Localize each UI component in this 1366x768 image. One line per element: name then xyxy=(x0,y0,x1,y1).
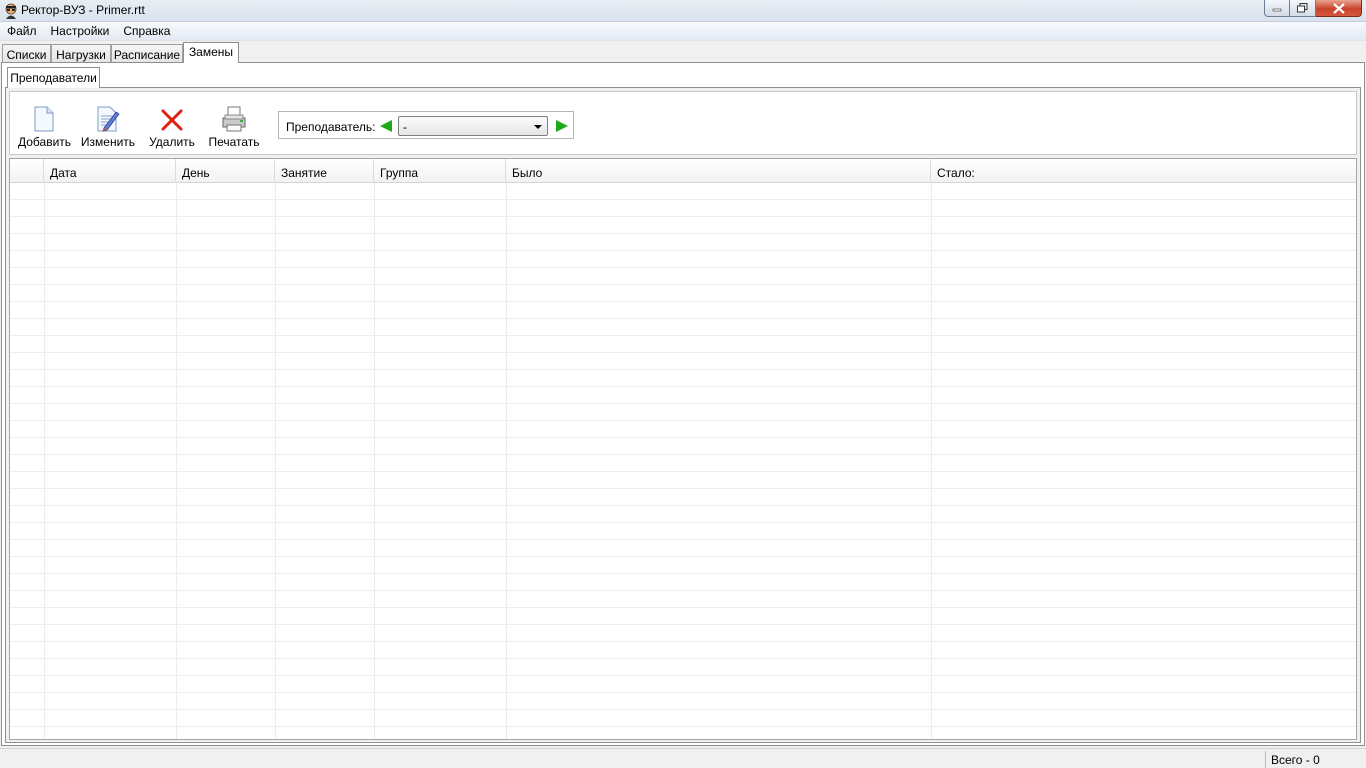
teacher-filter-label: Преподаватель: xyxy=(286,120,376,134)
empty-row xyxy=(10,710,1356,727)
empty-row xyxy=(10,455,1356,472)
empty-row xyxy=(10,251,1356,268)
empty-row xyxy=(10,438,1356,455)
print-label: Печатать xyxy=(208,135,260,149)
menu-bar: Файл Настройки Справка xyxy=(0,22,1366,41)
column-lesson[interactable]: Занятие xyxy=(275,159,374,183)
minimize-button[interactable] xyxy=(1264,0,1290,17)
empty-row xyxy=(10,217,1356,234)
add-button[interactable]: Добавить xyxy=(18,102,72,152)
table-body xyxy=(10,183,1356,739)
edit-document-icon xyxy=(97,106,120,132)
new-document-icon xyxy=(34,106,54,132)
edit-button[interactable]: Изменить xyxy=(80,102,136,152)
status-bar: Всего - 0 xyxy=(0,748,1366,768)
app-icon xyxy=(5,3,17,19)
column-divider xyxy=(176,183,177,739)
delete-label: Удалить xyxy=(149,135,195,149)
empty-row xyxy=(10,574,1356,591)
next-teacher-arrow-icon[interactable] xyxy=(556,120,568,132)
menu-settings[interactable]: Настройки xyxy=(44,22,117,41)
column-divider xyxy=(931,183,932,739)
column-group[interactable]: Группа xyxy=(374,159,506,183)
teachers-page: Добавить Изменить Удалить Печатать Препо… xyxy=(5,87,1361,743)
empty-row xyxy=(10,557,1356,574)
empty-row xyxy=(10,642,1356,659)
subtab-teachers[interactable]: Преподаватели xyxy=(7,67,100,88)
column-divider xyxy=(506,183,507,739)
empty-row xyxy=(10,336,1356,353)
substitutions-table: Дата День Занятие Группа Было Стало: xyxy=(9,158,1357,740)
delete-icon xyxy=(161,109,183,131)
printer-icon xyxy=(222,106,246,132)
edit-label: Изменить xyxy=(80,135,136,149)
tab-loads[interactable]: Нагрузки xyxy=(51,44,111,63)
menu-help[interactable]: Справка xyxy=(116,22,177,41)
teacher-select-value: - xyxy=(403,120,407,134)
window-controls xyxy=(1264,0,1362,18)
empty-row xyxy=(10,234,1356,251)
print-button[interactable]: Печатать xyxy=(206,102,262,152)
empty-row xyxy=(10,387,1356,404)
table-header: Дата День Занятие Группа Было Стало: xyxy=(10,159,1356,183)
delete-button[interactable]: Удалить xyxy=(146,102,198,152)
empty-row xyxy=(10,659,1356,676)
empty-row xyxy=(10,608,1356,625)
column-divider xyxy=(374,183,375,739)
empty-row xyxy=(10,693,1356,710)
teacher-filter: Преподаватель: - xyxy=(278,111,574,139)
empty-row xyxy=(10,353,1356,370)
empty-row xyxy=(10,302,1356,319)
substitutions-page: Преподаватели Добавить Изменить Удалить … xyxy=(1,62,1365,746)
empty-row xyxy=(10,319,1356,336)
add-label: Добавить xyxy=(18,135,72,149)
empty-row xyxy=(10,540,1356,557)
restore-button[interactable] xyxy=(1290,0,1316,17)
menu-file[interactable]: Файл xyxy=(0,22,44,41)
column-day[interactable]: День xyxy=(176,159,275,183)
empty-row xyxy=(10,506,1356,523)
tab-lists[interactable]: Списки xyxy=(2,44,51,63)
empty-row xyxy=(10,625,1356,642)
empty-row xyxy=(10,404,1356,421)
window-title: Ректор-ВУЗ - Primer.rtt xyxy=(21,3,145,17)
empty-row xyxy=(10,268,1356,285)
title-bar: Ректор-ВУЗ - Primer.rtt xyxy=(0,0,1366,22)
empty-row xyxy=(10,523,1356,540)
close-button[interactable] xyxy=(1316,0,1362,17)
empty-row xyxy=(10,591,1356,608)
row-selector-header xyxy=(10,159,44,183)
column-date[interactable]: Дата xyxy=(44,159,176,183)
total-count: Всего - 0 xyxy=(1265,751,1366,768)
toolbar: Добавить Изменить Удалить Печатать Препо… xyxy=(9,91,1357,155)
empty-row xyxy=(10,421,1356,438)
tab-substitutions[interactable]: Замены xyxy=(183,42,239,63)
empty-row xyxy=(10,472,1356,489)
empty-row xyxy=(10,183,1356,200)
previous-teacher-arrow-icon[interactable] xyxy=(380,120,392,132)
empty-row xyxy=(10,489,1356,506)
empty-row xyxy=(10,676,1356,693)
column-was[interactable]: Было xyxy=(506,159,931,183)
main-tabs: Списки Нагрузки Расписание Замены xyxy=(0,42,1366,63)
column-became[interactable]: Стало: xyxy=(931,159,1356,183)
teacher-select[interactable]: - xyxy=(398,116,548,136)
close-icon xyxy=(1332,2,1345,14)
minimize-icon xyxy=(1272,8,1282,12)
column-divider xyxy=(44,183,45,739)
empty-row xyxy=(10,285,1356,302)
chevron-down-icon xyxy=(534,125,542,129)
empty-row xyxy=(10,370,1356,387)
tab-schedule[interactable]: Расписание xyxy=(111,44,183,63)
restore-icon xyxy=(1297,3,1308,13)
column-divider xyxy=(275,183,276,739)
empty-row xyxy=(10,200,1356,217)
